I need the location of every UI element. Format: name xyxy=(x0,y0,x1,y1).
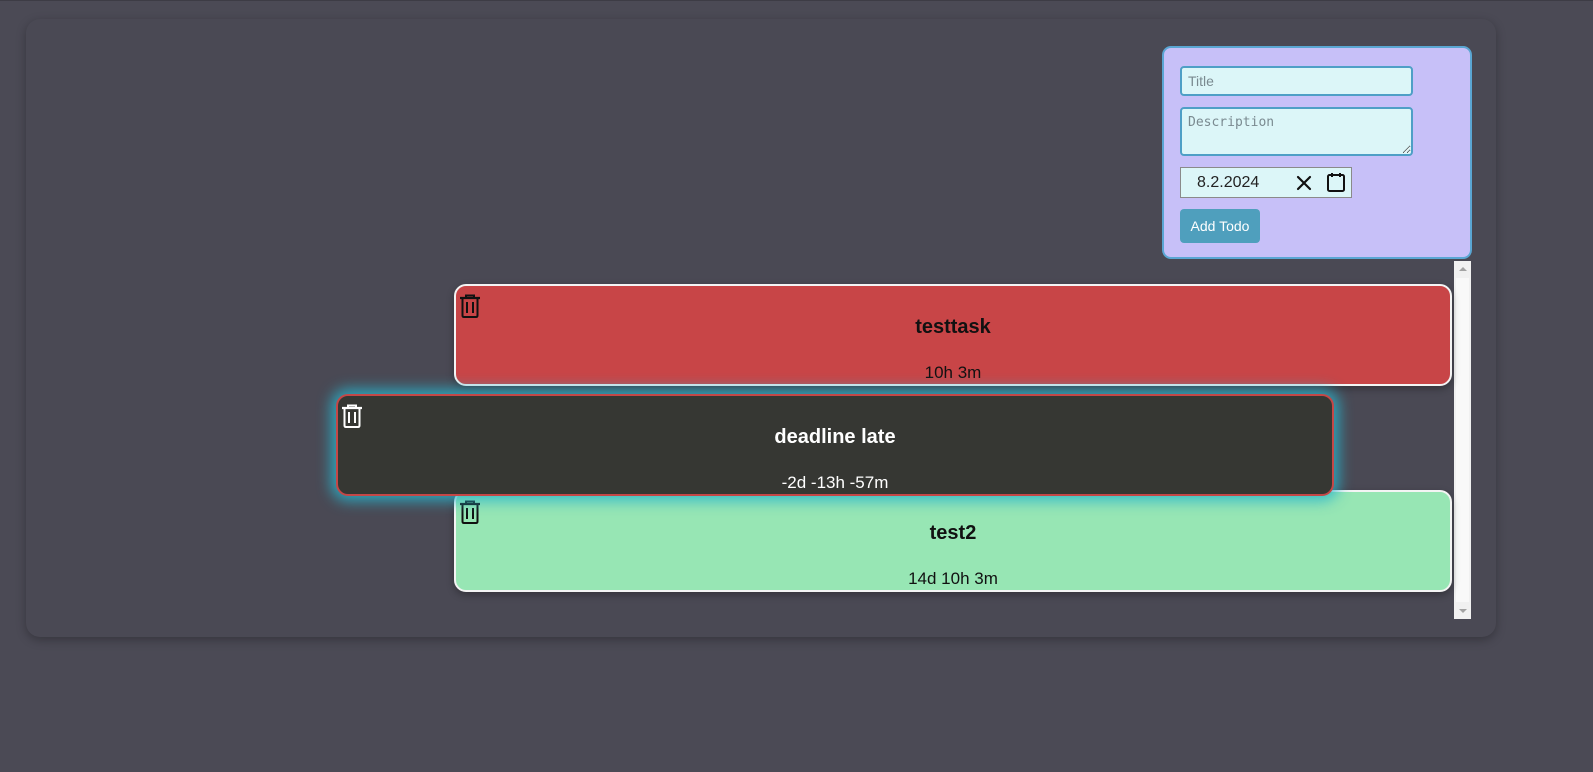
date-value[interactable]: 8.2.2024 xyxy=(1197,174,1293,192)
todo-time-left: 14d 10h 3m xyxy=(908,569,998,588)
scroll-thumb[interactable] xyxy=(1456,278,1469,602)
page: 8.2.2024 Add Todo xyxy=(0,0,1593,772)
scroll-down-arrow-icon[interactable] xyxy=(1459,609,1467,613)
todo-card[interactable]: deadline late -2d -13h -57m xyxy=(336,394,1334,496)
todo-time-left: -2d -13h -57m xyxy=(781,473,889,492)
deadline-date-picker[interactable]: 8.2.2024 xyxy=(1180,167,1352,198)
add-todo-button[interactable]: Add Todo xyxy=(1180,209,1260,243)
close-icon[interactable] xyxy=(1293,172,1315,194)
todo-list-scrollbar[interactable] xyxy=(1454,261,1471,619)
description-input[interactable] xyxy=(1180,107,1413,156)
todo-card[interactable]: testtask 10h 3m xyxy=(454,284,1452,386)
todo-title: test2 xyxy=(929,522,977,544)
calendar-icon[interactable] xyxy=(1325,172,1347,194)
todo-time-left: 10h 3m xyxy=(924,363,982,382)
scroll-up-arrow-icon[interactable] xyxy=(1459,267,1467,271)
todo-title: testtask xyxy=(915,316,991,338)
trash-icon[interactable] xyxy=(341,404,363,428)
todo-card[interactable]: test2 14d 10h 3m xyxy=(454,490,1452,592)
trash-icon[interactable] xyxy=(459,294,481,318)
todo-title: deadline late xyxy=(774,426,896,448)
title-input[interactable] xyxy=(1180,66,1413,96)
trash-icon[interactable] xyxy=(459,500,481,524)
add-todo-form: 8.2.2024 Add Todo xyxy=(1162,46,1472,259)
